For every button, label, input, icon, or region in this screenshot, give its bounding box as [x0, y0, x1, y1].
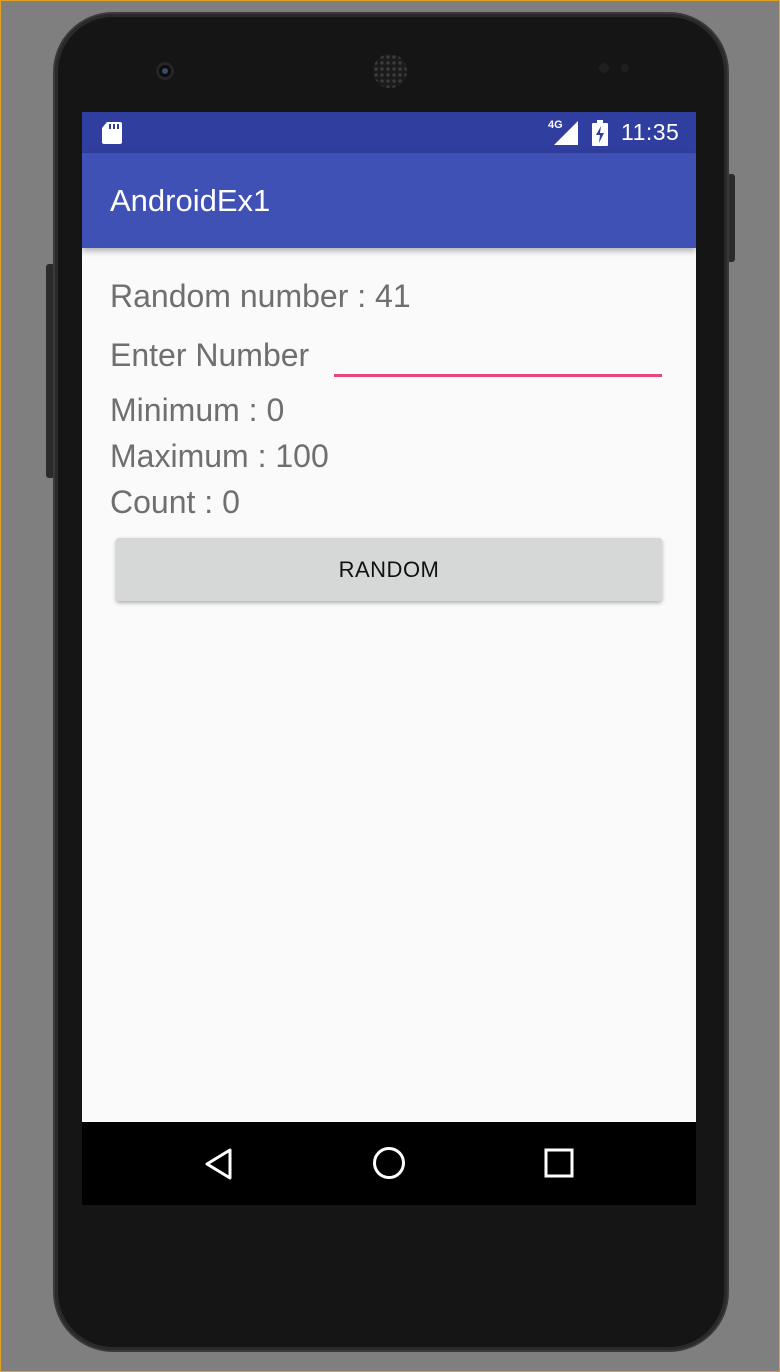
- navigation-bar: [82, 1122, 696, 1205]
- app-bar: AndroidEx1: [82, 153, 696, 248]
- recents-icon[interactable]: [544, 1148, 574, 1178]
- proximity-sensor: [599, 63, 609, 73]
- number-input[interactable]: [334, 336, 666, 376]
- front-camera: [156, 62, 174, 80]
- battery-charging-icon: [592, 120, 608, 146]
- power-button[interactable]: [727, 174, 735, 262]
- input-underline: [334, 374, 662, 377]
- maximum-text: Maximum : 100: [110, 438, 329, 474]
- status-clock: 11:35: [621, 119, 680, 145]
- enter-number-label: Enter Number: [110, 337, 310, 373]
- random-button[interactable]: RANDOM: [116, 538, 662, 601]
- minimum-text: Minimum : 0: [110, 392, 285, 428]
- count-text: Count : 0: [110, 484, 240, 520]
- volume-button[interactable]: [46, 264, 55, 478]
- back-icon[interactable]: [203, 1147, 235, 1181]
- random-number-text: Random number : 41: [110, 278, 411, 314]
- earpiece-speaker: [373, 54, 407, 88]
- signal-icon: [554, 121, 578, 145]
- status-bar: 4G 11:35: [82, 112, 696, 153]
- main-content: Random number : 41 Enter Number Minimum …: [82, 248, 696, 1122]
- home-icon[interactable]: [372, 1146, 406, 1180]
- device-screen: 4G 11:35 AndroidEx1 Random number : 41 E…: [82, 112, 696, 1205]
- light-sensor: [621, 64, 629, 72]
- sd-card-icon: [102, 122, 122, 144]
- app-title: AndroidEx1: [110, 183, 271, 218]
